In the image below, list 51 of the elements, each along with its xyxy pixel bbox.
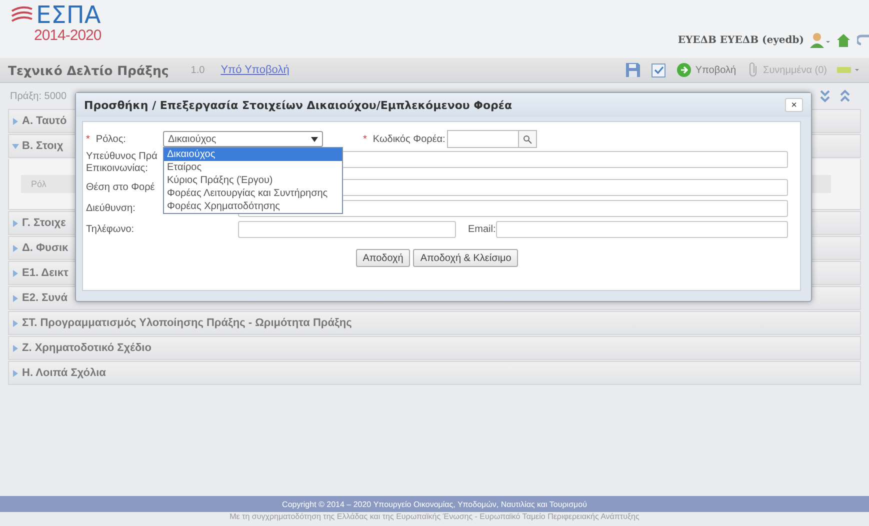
dropdown-option[interactable]: Εταίρος <box>164 161 342 174</box>
close-button[interactable]: × <box>785 98 803 112</box>
section-title: Ε2. Συνά <box>22 292 68 304</box>
section-header[interactable]: ΣΤ. Προγραμματισμός Υλοποίησης Πράξης - Ωριμότητα Πράξης <box>8 311 861 335</box>
collapse-icon[interactable] <box>839 89 851 103</box>
dropdown-option[interactable]: Φορέας Χρηματοδότησης <box>164 200 342 213</box>
accept-button[interactable]: Αποδοχή <box>356 249 410 267</box>
required-asterisk: * <box>363 134 367 144</box>
field-label: Θέση στο Φορέ <box>86 182 155 192</box>
field-label: Επικοινωνίας: <box>86 163 148 175</box>
section-title: Γ. Στοιχε <box>22 217 66 229</box>
input-field[interactable] <box>238 220 456 238</box>
search-button[interactable] <box>519 130 538 148</box>
section-title: Η. Λοιπά Σχόλια <box>22 367 106 379</box>
field-label: Ρόλος: <box>96 134 126 144</box>
input-field[interactable] <box>496 220 788 238</box>
flag-dropdown-icon[interactable] <box>837 65 861 75</box>
cofunding-text: Με τη συγχρηματοδότηση της Ελλάδας και της Ευρωπαϊκής Ένωσης - Ευρωπαϊκό Ταμείο Περιφερειακής Ανάπτυξης <box>230 512 640 521</box>
expand-icon[interactable] <box>819 89 831 103</box>
field-label: Διεύθυνση: <box>86 202 136 214</box>
copyright-bar: Copyright © 2014 – 2020 Υπουργείο Οικονομίας, Υποδομών, Ναυτιλίας και Τουρισμού <box>0 496 869 512</box>
section-title: Ε1. Δεικτ <box>22 267 68 279</box>
accept-button[interactable]: Αποδοχή & Κλείσιμο <box>413 249 518 267</box>
logo-years: 2014-2020 <box>34 28 102 44</box>
section-header[interactable]: Η. Λοιπά Σχόλια <box>8 361 861 385</box>
search-icon <box>523 134 532 144</box>
dropdown-option[interactable]: Κύριος Πράξης (Έργου) <box>164 174 342 187</box>
page-title: Τεχνικό Δελτίο Πράξης <box>8 62 169 78</box>
home-icon[interactable] <box>836 32 851 48</box>
checkbox-icon[interactable] <box>651 62 666 78</box>
logo-title: ΕΣΠΑ <box>36 2 101 28</box>
input-field[interactable] <box>447 130 520 148</box>
section-title: ΣΤ. Προγραμματισμός Υλοποίησης Πράξης - Ωριμότητα Πράξης <box>22 317 352 329</box>
field-label: Κωδικός Φορέα: <box>372 134 446 144</box>
section-title: Δ. Φυσικ <box>22 242 68 254</box>
field-label: Τηλέφωνο: <box>86 224 134 234</box>
role-dropdown[interactable]: Δικαιούχος <box>163 131 323 147</box>
user-name: ΕΥΕΔΒ ΕΥΕΔΒ (eyedb) <box>678 34 804 46</box>
required-asterisk: * <box>86 134 90 144</box>
section-title: Ζ. Χρηματοδοτικό Σχέδιο <box>22 342 152 354</box>
section-title: Β. Στοιχ <box>22 140 64 152</box>
caret-icon <box>311 136 318 142</box>
project-label: Πράξη: 5000 <box>10 90 67 102</box>
dialog-title: Προσθήκη / Επεξεργασία Στοιχείων Δικαιούχου/Εμπλεκόμενου Φορέα <box>84 98 512 112</box>
dropdown-option[interactable]: Δικαιούχος <box>164 148 342 161</box>
section-title: Α. Ταυτό <box>22 115 67 127</box>
field-label: Υπεύθυνος Πρά <box>86 151 158 163</box>
field-label: Email: <box>468 224 496 234</box>
user-icon[interactable] <box>810 32 830 48</box>
version-label: 1.0 <box>190 64 205 76</box>
section-header[interactable]: Ζ. Χρηματοδοτικό Σχέδιο <box>8 336 861 360</box>
